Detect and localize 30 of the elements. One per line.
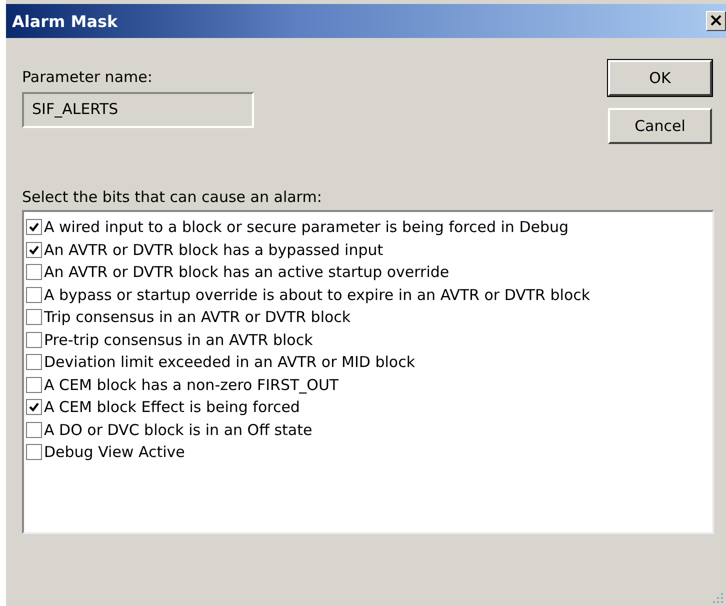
dialog-button[interactable]: Cancel xyxy=(608,108,712,144)
bit-label[interactable]: A bypass or startup override is about to expire in an AVTR or DVTR block xyxy=(44,286,590,304)
window-title: Alarm Mask xyxy=(12,12,118,30)
bit-label[interactable]: Deviation limit exceeded in an AVTR or MID block xyxy=(44,353,416,372)
parameter-label: Parameter name: xyxy=(22,68,154,86)
checkbox[interactable] xyxy=(26,242,42,258)
bit-label[interactable]: A CEM block has a non-zero FIRST_OUT xyxy=(44,376,339,394)
resize-grip-icon[interactable] xyxy=(712,592,724,604)
bit-label[interactable]: Trip consensus in an AVTR or DVTR block xyxy=(44,308,351,326)
bit-label[interactable]: A DO or DVC block is in an Off state xyxy=(44,420,312,439)
bit-label[interactable]: Debug View Active xyxy=(44,443,185,462)
checkbox[interactable] xyxy=(26,399,42,416)
checkbox[interactable] xyxy=(26,219,42,236)
checkbox[interactable] xyxy=(26,286,42,303)
parameter-field: SIF_ALERTS xyxy=(22,92,254,128)
bit-label[interactable]: A CEM block Effect is being forced xyxy=(44,398,300,416)
checkbox[interactable] xyxy=(26,444,42,460)
checkbox[interactable] xyxy=(26,309,42,326)
bits-label: Select the bits that can cause an alarm: xyxy=(22,188,323,206)
dialog-button[interactable]: OK xyxy=(608,60,712,96)
checkbox[interactable] xyxy=(26,264,42,280)
checkbox[interactable] xyxy=(26,376,42,393)
bit-label[interactable]: An AVTR or DVTR block has an active startup override xyxy=(44,263,450,282)
bit-label[interactable]: Pre-trip consensus in an AVTR block xyxy=(44,330,313,349)
close-button[interactable]: × xyxy=(706,11,726,31)
bit-label[interactable]: A wired input to a block or secure parameter is being forced in Debug xyxy=(44,218,569,236)
checkbox[interactable] xyxy=(26,422,42,438)
checkbox[interactable] xyxy=(26,332,42,348)
bit-label[interactable]: An AVTR or DVTR block has a bypassed input xyxy=(44,240,384,259)
checkbox[interactable] xyxy=(26,354,42,370)
